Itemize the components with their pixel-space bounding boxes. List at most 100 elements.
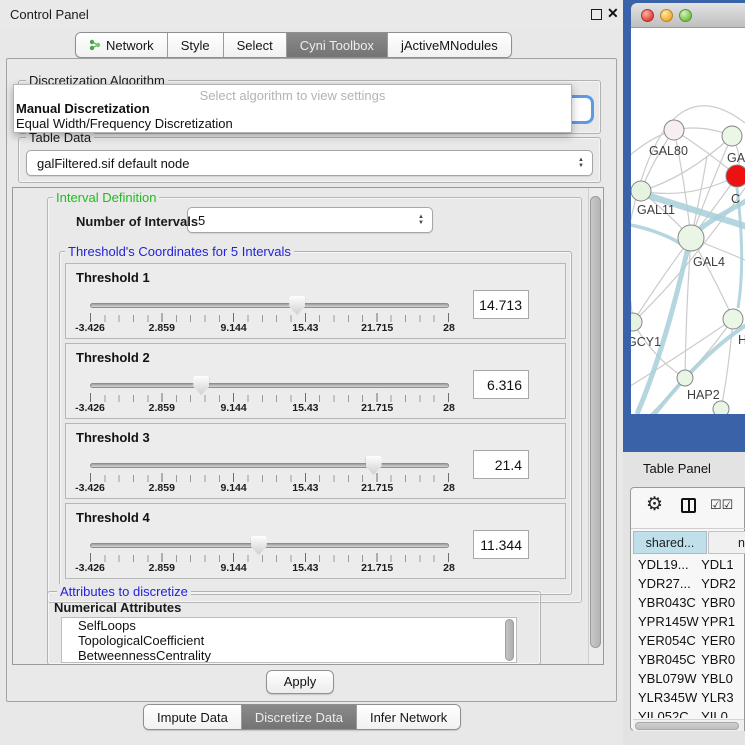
node-table[interactable]: YDL19...YDL1YDR27...YDR2YBR043CYBR0YPR14… — [633, 555, 745, 718]
node-bottom[interactable] — [713, 401, 729, 414]
tick-label: -3.426 — [75, 562, 105, 574]
float-window-icon[interactable] — [591, 9, 602, 20]
tab-jactivemnodules[interactable]: jActiveMNodules — [388, 33, 511, 57]
scrollpane-scrollbar-thumb[interactable] — [590, 196, 601, 648]
table-row[interactable]: YLR345WYLR3 — [633, 688, 745, 707]
list-item[interactable]: BetweennessCentrality — [62, 648, 516, 663]
tab-discretize-data[interactable]: Discretize Data — [242, 705, 357, 729]
slider-ticks — [90, 313, 449, 322]
table-cell[interactable]: YLR3 — [701, 688, 745, 707]
tick-label: 15.43 — [292, 402, 318, 414]
table-row[interactable]: YBR045CYBR0 — [633, 650, 745, 669]
table-row[interactable]: YIL052CYIL0 — [633, 707, 745, 718]
threshold-3-slider[interactable] — [90, 462, 449, 469]
tab-infer-network[interactable]: Infer Network — [357, 705, 460, 729]
checkbox-toggles-icon[interactable]: ☑☑ — [710, 497, 733, 513]
threshold-1-title: Threshold 1 — [76, 270, 150, 285]
dropdown-option-equal-width[interactable]: Equal Width/Frequency Discretization — [14, 116, 571, 131]
threshold-2-slider[interactable] — [90, 382, 449, 389]
node-top-right[interactable] — [722, 126, 742, 146]
attributes-list-scrollbar[interactable] — [505, 619, 514, 661]
numerical-attributes-list[interactable]: SelfLoopsTopologicalCoefficientBetweenne… — [61, 617, 517, 663]
tab-select[interactable]: Select — [224, 33, 287, 57]
tick-label: 28 — [443, 482, 455, 494]
table-cell[interactable]: YBR0 — [701, 650, 745, 669]
number-of-intervals-label: Number of Intervals — [73, 214, 201, 229]
dropdown-placeholder-option[interactable]: Select algorithm to view settings — [14, 85, 571, 101]
threshold-3-title: Threshold 3 — [76, 430, 150, 445]
column-header-shared-name[interactable]: shared... — [633, 531, 707, 554]
close-icon[interactable]: ✕ — [607, 5, 619, 22]
table-hscrollbar-thumb[interactable] — [635, 722, 739, 730]
table-cell[interactable]: YBL079W — [633, 669, 701, 688]
table-cell[interactable]: YDR2 — [701, 574, 745, 593]
table-cell[interactable]: YPR1 — [701, 612, 745, 631]
table-cell[interactable]: YBR0 — [701, 593, 745, 612]
tick-label: 9.144 — [220, 322, 246, 334]
table-panel-title: Table Panel — [643, 461, 711, 476]
gear-icon[interactable]: ⚙ — [646, 493, 663, 516]
table-cell[interactable]: YPR145W — [633, 612, 701, 631]
threshold-1-slider[interactable] — [90, 302, 449, 309]
tick-label: 15.43 — [292, 562, 318, 574]
node-gal4[interactable] — [678, 225, 704, 251]
node-label: GAL4 — [693, 255, 725, 269]
toolbar-separator — [631, 528, 745, 529]
table-cell[interactable]: YIL052C — [633, 707, 701, 718]
tab-impute-data[interactable]: Impute Data — [144, 705, 242, 729]
table-cell[interactable]: YER0 — [701, 631, 745, 650]
tab-style[interactable]: Style — [168, 33, 224, 57]
tick-label: 2.859 — [149, 482, 175, 494]
table-cell[interactable]: YER054C — [633, 631, 701, 650]
table-cell[interactable]: YLR345W — [633, 688, 701, 707]
window-title: Control Panel — [10, 7, 89, 22]
table-row[interactable]: YDR27...YDR2 — [633, 574, 745, 593]
tick-label: 21.715 — [361, 482, 393, 494]
dropdown-option-manual[interactable]: Manual Discretization — [14, 101, 571, 116]
apply-button[interactable]: Apply — [266, 670, 334, 694]
table-cell[interactable]: YDL1 — [701, 555, 745, 574]
table-cell[interactable]: YDR27... — [633, 574, 701, 593]
table-cell[interactable]: YIL0 — [701, 707, 745, 718]
table-cell[interactable]: YBR045C — [633, 650, 701, 669]
list-item[interactable]: SelfLoops — [62, 618, 516, 633]
tick-label: -3.426 — [75, 322, 105, 334]
node-label: GAL11 — [637, 203, 675, 217]
table-cell[interactable]: YBL0 — [701, 669, 745, 688]
list-item[interactable]: TopologicalCoefficient — [62, 633, 516, 648]
table-data-selected-value: galFiltered.sif default node — [37, 156, 189, 171]
column-header-name[interactable]: na — [708, 531, 745, 554]
table-row[interactable]: YDL19...YDL1 — [633, 555, 745, 574]
close-traffic-light-icon[interactable] — [641, 9, 654, 22]
app-root: Control Panel ✕ NetworkStyleSelectCyni T… — [0, 0, 745, 745]
tab-network[interactable]: Network — [76, 33, 168, 57]
table-data-combobox[interactable]: galFiltered.sif default node ▲▼ — [26, 150, 593, 176]
table-row[interactable]: YPR145WYPR1 — [633, 612, 745, 631]
threshold-2-value-input[interactable] — [473, 370, 529, 399]
zoom-traffic-light-icon[interactable] — [679, 9, 692, 22]
slider-ticks — [90, 473, 449, 482]
table-row[interactable]: YER054CYER0 — [633, 631, 745, 650]
threshold-3-panel: Threshold 3 -3.4262.8599.14415.4321.7152… — [65, 423, 566, 499]
threshold-3-value-input[interactable] — [473, 450, 529, 479]
number-of-intervals-combobox[interactable]: 5 ▲▼ — [187, 207, 433, 233]
node-h[interactable] — [723, 309, 743, 329]
node-hap2[interactable] — [677, 370, 693, 386]
table-cell[interactable]: YDL19... — [633, 555, 701, 574]
node-red[interactable] — [726, 165, 745, 187]
network-view-canvas[interactable]: GAL80GACGAL11GAL4GCY1HHAP2 — [631, 28, 745, 414]
node-label: GAL80 — [649, 144, 688, 158]
node-gal11[interactable] — [631, 181, 651, 201]
tab-cyni-toolbox[interactable]: Cyni Toolbox — [287, 33, 388, 57]
threshold-4-slider[interactable] — [90, 542, 449, 549]
threshold-4-value-input[interactable] — [473, 530, 529, 559]
minimize-traffic-light-icon[interactable] — [660, 9, 673, 22]
table-row[interactable]: YBL079WYBL0 — [633, 669, 745, 688]
table-row[interactable]: YBR043CYBR0 — [633, 593, 745, 612]
columns-icon[interactable] — [681, 498, 696, 513]
threshold-1-value-input[interactable] — [473, 290, 529, 319]
table-hscrollbar-track — [633, 719, 744, 731]
tick-label: 2.859 — [149, 402, 175, 414]
table-cell[interactable]: YBR043C — [633, 593, 701, 612]
node-gal80[interactable] — [664, 120, 684, 140]
